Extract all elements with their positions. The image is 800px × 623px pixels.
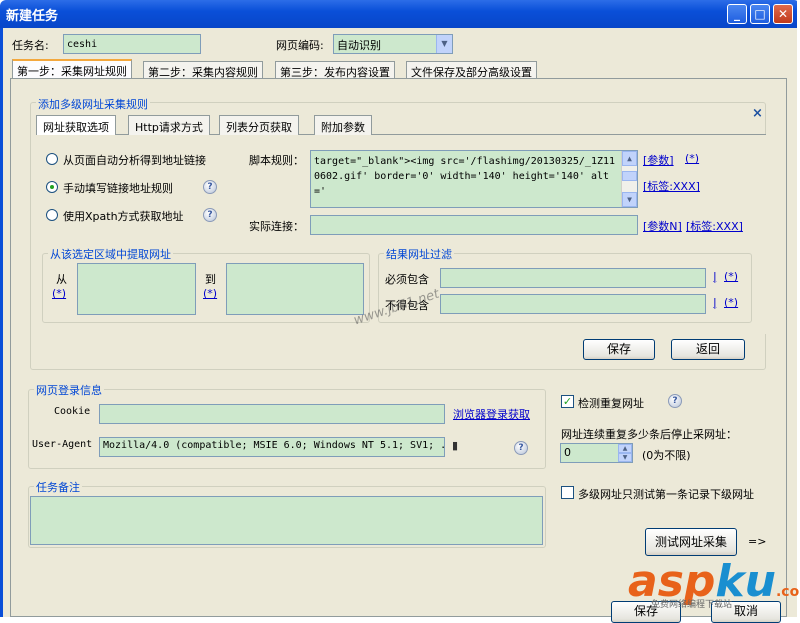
login-group xyxy=(28,389,546,469)
notes-textarea[interactable] xyxy=(30,496,543,545)
scroll-up-icon[interactable]: ▲ xyxy=(622,151,637,166)
user-agent-value: Mozilla/4.0 (compatible; MSIE 6.0; Windo… xyxy=(103,440,445,451)
encoding-value: 自动识别 xyxy=(337,39,381,52)
stepper-down-icon[interactable]: ▼ xyxy=(618,453,632,462)
encoding-select[interactable]: 自动识别 ▼ xyxy=(333,34,453,54)
brand-subtitle: 免费网络编程下载站 xyxy=(651,600,733,610)
user-agent-input[interactable]: Mozilla/4.0 (compatible; MSIE 6.0; Windo… xyxy=(99,437,445,457)
tab-step2[interactable]: 第二步：采集内容规则 xyxy=(143,61,263,79)
browser-login-link[interactable]: 浏览器登录获取 xyxy=(453,406,530,422)
scroll-down-icon[interactable]: ▼ xyxy=(622,192,637,207)
notes-title: 任务备注 xyxy=(34,479,82,495)
help-icon[interactable]: ? xyxy=(668,394,682,408)
stop-repeat-stepper[interactable]: 0 ▲ ▼ xyxy=(560,443,633,463)
encoding-label: 网页编码: xyxy=(276,39,324,52)
from-textarea[interactable] xyxy=(77,263,196,315)
tag-link[interactable]: [标签:XXX] xyxy=(643,178,700,194)
script-rule-value: target="_blank"><img src='/flashimg/2013… xyxy=(314,156,616,197)
must-wildcard-link[interactable]: (*) xyxy=(724,270,738,283)
actual-link-label: 实际连接： xyxy=(249,220,304,233)
stop-repeat-value: 0 xyxy=(564,446,571,459)
window-title: 新建任务 xyxy=(6,9,59,24)
must-not-contain-input[interactable] xyxy=(440,294,706,314)
radio-auto-analyze[interactable] xyxy=(46,153,58,165)
task-name-label: 任务名: xyxy=(12,39,49,52)
option-auto-analyze-label: 从页面自动分析得到地址链接 xyxy=(63,154,206,167)
test-url-button[interactable]: 测试网址采集 xyxy=(645,528,737,556)
help-icon[interactable]: ? xyxy=(514,441,528,455)
help-icon[interactable]: ? xyxy=(203,180,217,194)
rule-group-title: 添加多级网址采集规则 xyxy=(36,96,150,112)
scroll-thumb[interactable] xyxy=(622,171,637,181)
cookie-label: Cookie xyxy=(54,406,91,417)
close-icon[interactable]: × xyxy=(752,106,763,121)
cookie-input[interactable] xyxy=(99,404,445,424)
check-duplicate-checkbox[interactable]: ✓ xyxy=(561,395,574,408)
to-textarea[interactable] xyxy=(226,263,364,315)
title-bar[interactable]: 新建任务 _ □ ✕ xyxy=(0,0,800,28)
multilevel-checkbox[interactable] xyxy=(561,486,574,499)
tab-step3[interactable]: 第三步：发布内容设置 xyxy=(275,61,395,79)
stop-repeat-label: 网址连续重复多少条后停止采网址： xyxy=(561,428,737,441)
chevron-down-icon[interactable]: ▼ xyxy=(436,35,452,53)
script-rule-label: 脚本规则： xyxy=(249,154,304,167)
stepper-up-icon[interactable]: ▲ xyxy=(618,444,632,453)
tab-http-method[interactable]: Http请求方式 xyxy=(128,115,210,135)
brand-com: .com xyxy=(775,584,800,600)
user-agent-label: User-Agent xyxy=(32,439,93,450)
option-manual-rule-label: 手动填写链接地址规则 xyxy=(63,182,173,195)
mustnot-pipe-link[interactable]: | xyxy=(713,296,717,309)
must-contain-input[interactable] xyxy=(440,268,706,288)
back-button[interactable]: 返回 xyxy=(671,339,745,360)
must-contain-label: 必须包含 xyxy=(385,273,429,286)
radio-xpath[interactable] xyxy=(46,209,58,221)
from-wildcard-link[interactable]: (*) xyxy=(52,287,66,300)
minimize-button[interactable]: _ xyxy=(727,4,747,24)
help-icon[interactable]: ? xyxy=(203,208,217,222)
tag-link[interactable]: [标签:XXX] xyxy=(686,218,743,234)
arrow-label: => xyxy=(748,535,767,548)
tab-url-options[interactable]: 网址获取选项 xyxy=(36,115,116,135)
actual-link-input[interactable] xyxy=(310,215,638,235)
scrollbar[interactable]: ▲ ▼ xyxy=(621,151,637,207)
extract-area-title: 从该选定区域中提取网址 xyxy=(48,246,173,262)
save-rule-button[interactable]: 保存 xyxy=(583,339,655,360)
mustnot-wildcard-link[interactable]: (*) xyxy=(724,296,738,309)
option-xpath-label: 使用Xpath方式获取地址 xyxy=(63,210,184,223)
close-button[interactable]: ✕ xyxy=(773,4,793,24)
check-duplicate-label: 检测重复网址 xyxy=(578,397,644,410)
task-name-input[interactable] xyxy=(63,34,201,54)
login-title: 网页登录信息 xyxy=(34,382,104,398)
from-label: 从 xyxy=(56,273,67,286)
dropdown-dot-icon[interactable]: ▮ xyxy=(452,439,458,452)
to-wildcard-link[interactable]: (*) xyxy=(203,287,217,300)
multilevel-label: 多级网址只测试第一条记录下级网址 xyxy=(578,488,754,501)
script-rule-textarea[interactable]: target="_blank"><img src='/flashimg/2013… xyxy=(310,150,638,208)
radio-manual-rule[interactable] xyxy=(46,181,58,193)
tab-list-paging[interactable]: 列表分页获取 xyxy=(219,115,299,135)
must-pipe-link[interactable]: | xyxy=(713,270,717,283)
stop-repeat-hint: (0为不限) xyxy=(642,449,691,462)
tab-advanced[interactable]: 文件保存及部分高级设置 xyxy=(406,61,537,79)
tab-extra-params[interactable]: 附加参数 xyxy=(314,115,372,135)
param-n-link[interactable]: [参数N] xyxy=(643,218,682,234)
filter-title: 结果网址过滤 xyxy=(384,246,454,262)
tab-step1[interactable]: 第一步：采集网址规则 xyxy=(12,59,132,79)
to-label: 到 xyxy=(205,273,216,286)
wildcard-link[interactable]: (*) xyxy=(685,152,699,165)
param-link[interactable]: [参数] xyxy=(643,152,674,168)
maximize-button[interactable]: □ xyxy=(750,4,770,24)
